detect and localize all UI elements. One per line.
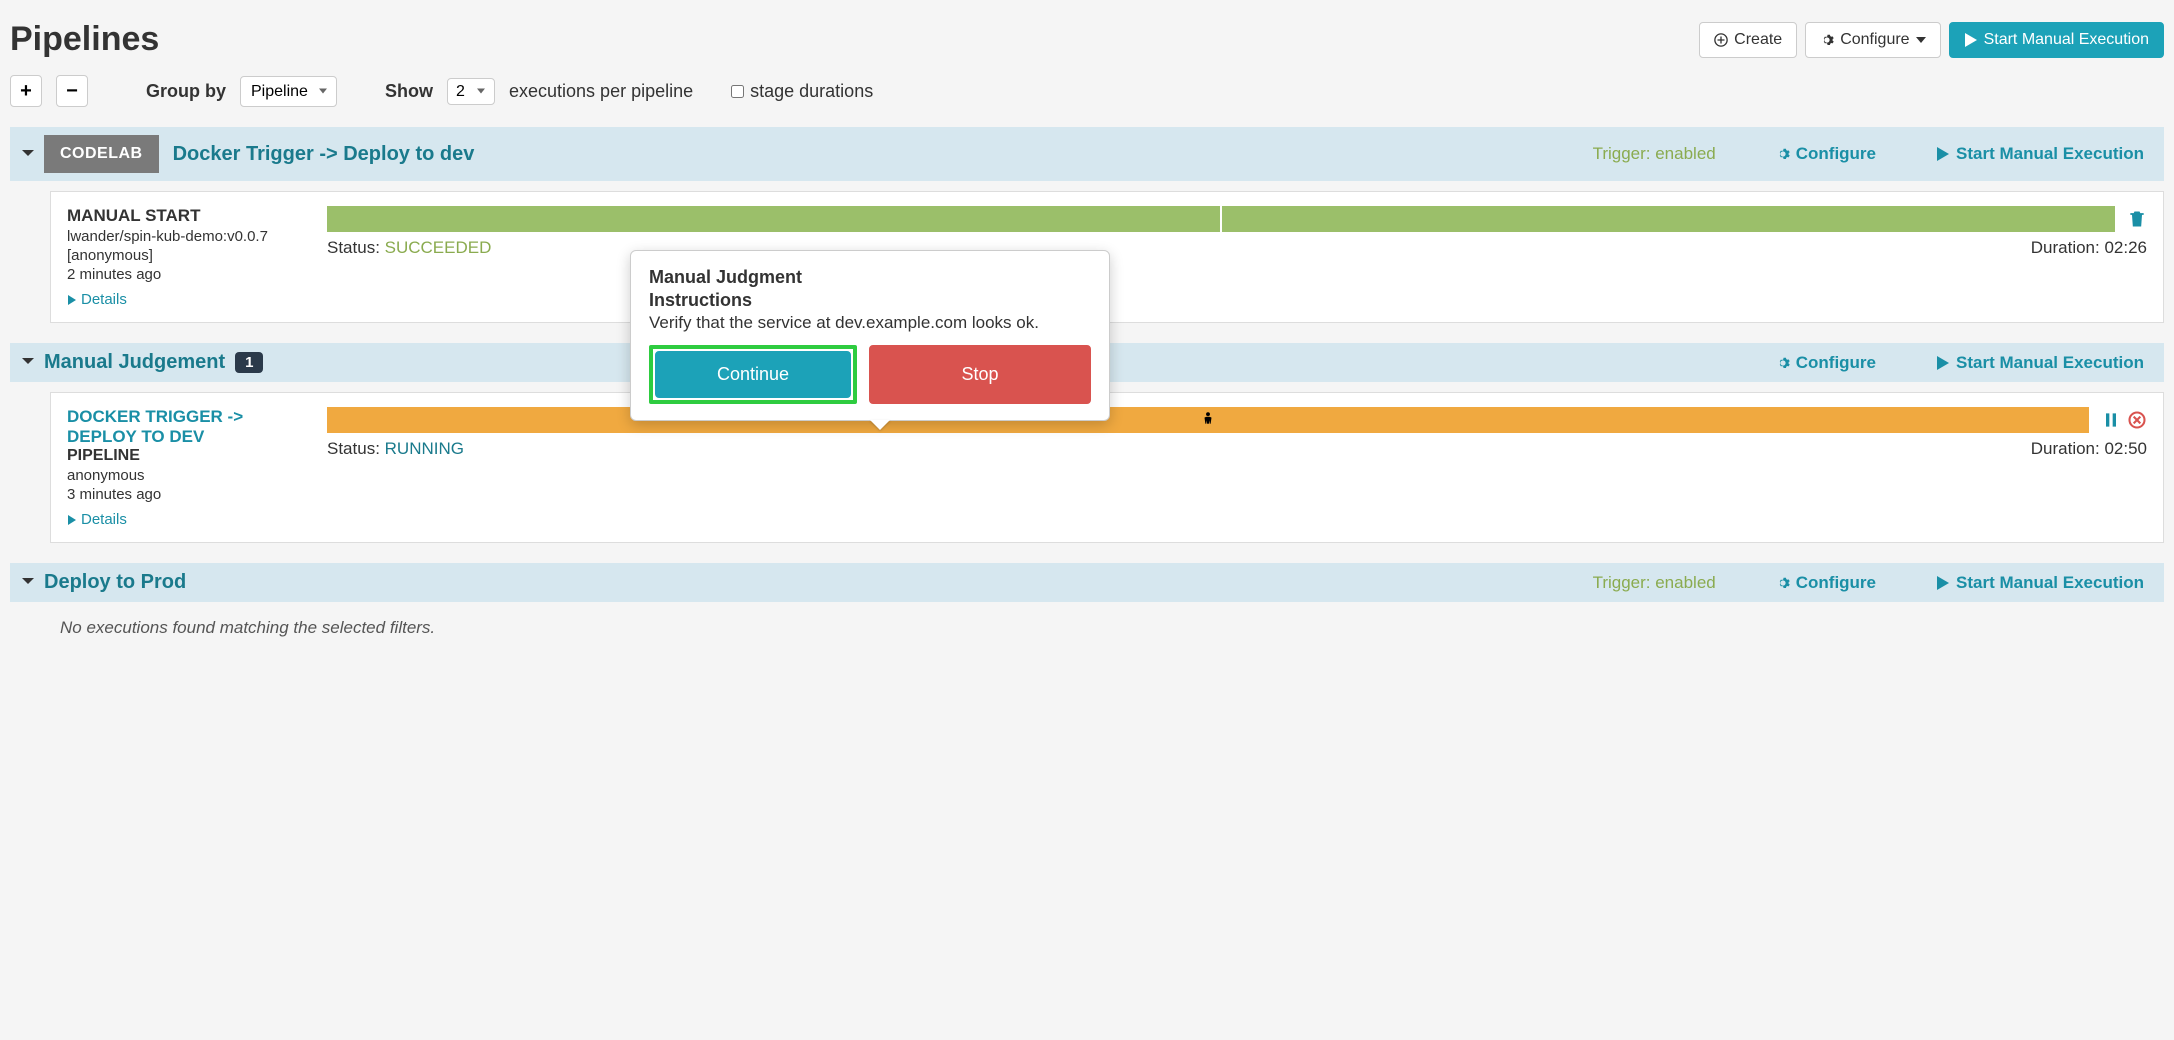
- show-label: Show: [385, 81, 433, 102]
- stage-durations-checkbox[interactable]: [731, 85, 744, 98]
- play-icon: [1964, 33, 1978, 47]
- gear-icon: [1776, 356, 1790, 370]
- details-label: Details: [81, 291, 127, 308]
- play-icon: [1936, 147, 1950, 161]
- pause-icon[interactable]: [2101, 410, 2121, 430]
- stage-progress-bar[interactable]: [327, 407, 2089, 433]
- collapse-toggle[interactable]: [20, 145, 44, 164]
- stage-progress-bar[interactable]: [327, 206, 2115, 232]
- configure-pipeline-link[interactable]: Configure: [1776, 573, 1876, 593]
- running-count-badge: 1: [235, 352, 263, 373]
- details-link[interactable]: Details: [67, 291, 127, 308]
- caret-down-icon: [1916, 37, 1926, 43]
- start-link-label: Start Manual Execution: [1956, 353, 2144, 373]
- trigger-status: Trigger: enabled: [1593, 573, 1716, 593]
- create-label: Create: [1734, 31, 1782, 49]
- execution-user: anonymous: [67, 467, 307, 484]
- trigger-status: Trigger: enabled: [1593, 144, 1716, 164]
- execution-duration: Duration: 02:26: [2031, 238, 2147, 258]
- configure-pipeline-link[interactable]: Configure: [1776, 144, 1876, 164]
- configure-link-label: Configure: [1796, 573, 1876, 593]
- play-icon: [1936, 576, 1950, 590]
- execution-subtitle: PIPELINE: [67, 447, 307, 465]
- chevron-right-icon: [67, 295, 77, 305]
- stage-durations-checkbox-label[interactable]: stage durations: [731, 81, 873, 102]
- configure-link-label: Configure: [1796, 353, 1876, 373]
- popover-arrow-icon: [870, 420, 890, 430]
- instructions-label: Instructions: [649, 290, 1091, 311]
- popover-title: Manual Judgment: [649, 267, 1091, 288]
- execution-time: 2 minutes ago: [67, 266, 307, 283]
- configure-dropdown-button[interactable]: Configure: [1805, 22, 1940, 58]
- codelab-badge: CODELAB: [44, 135, 159, 173]
- pipeline-name[interactable]: Manual Judgement: [44, 351, 225, 374]
- start-execution-link[interactable]: Start Manual Execution: [1936, 353, 2144, 373]
- start-execution-link[interactable]: Start Manual Execution: [1936, 573, 2144, 593]
- collapse-toggle[interactable]: [20, 573, 44, 592]
- collapse-toggle[interactable]: [20, 353, 44, 372]
- no-executions-message: No executions found matching the selecte…: [10, 602, 2164, 638]
- configure-label: Configure: [1840, 31, 1909, 49]
- execution-title: MANUAL START: [67, 206, 307, 226]
- details-link[interactable]: Details: [67, 511, 127, 528]
- pipeline-header: CODELAB Docker Trigger -> Deploy to dev …: [10, 127, 2164, 181]
- show-count-select[interactable]: 2: [447, 78, 495, 105]
- chevron-right-icon: [67, 515, 77, 525]
- gear-icon: [1776, 576, 1790, 590]
- execution-status: Status: SUCCEEDED: [327, 238, 491, 258]
- group-by-label: Group by: [146, 81, 226, 102]
- gear-icon: [1820, 33, 1834, 47]
- expand-all-button[interactable]: +: [10, 75, 42, 107]
- execution-image: lwander/spin-kub-demo:v0.0.7: [67, 228, 307, 245]
- plus-circle-icon: [1714, 33, 1728, 47]
- continue-button[interactable]: Continue: [655, 351, 851, 398]
- manual-judgment-icon: [1201, 412, 1215, 429]
- per-pipeline-label: executions per pipeline: [509, 81, 693, 102]
- execution-user: [anonymous]: [67, 247, 307, 264]
- group-by-select[interactable]: Pipeline: [240, 76, 337, 107]
- execution-time: 3 minutes ago: [67, 486, 307, 503]
- execution-parent-link[interactable]: DOCKER TRIGGER -> DEPLOY TO DEV: [67, 407, 307, 447]
- pipeline-header: Deploy to Prod Trigger: enabled Configur…: [10, 563, 2164, 602]
- start-link-label: Start Manual Execution: [1956, 144, 2144, 164]
- start-link-label: Start Manual Execution: [1956, 573, 2144, 593]
- instructions-text: Verify that the service at dev.example.c…: [649, 313, 1091, 333]
- stage-durations-text: stage durations: [750, 81, 873, 102]
- play-icon: [1936, 356, 1950, 370]
- gear-icon: [1776, 147, 1790, 161]
- execution-duration: Duration: 02:50: [2031, 439, 2147, 459]
- stage-segment[interactable]: [327, 206, 1220, 232]
- collapse-all-button[interactable]: −: [56, 75, 88, 107]
- stage-segment-manual-judgment[interactable]: [327, 407, 2089, 433]
- configure-link-label: Configure: [1796, 144, 1876, 164]
- cancel-icon[interactable]: [2127, 410, 2147, 430]
- start-manual-label: Start Manual Execution: [1984, 31, 2149, 49]
- stop-button[interactable]: Stop: [869, 345, 1091, 404]
- execution-status: Status: RUNNING: [327, 439, 464, 459]
- stage-segment[interactable]: [1222, 206, 2115, 232]
- pipeline-name[interactable]: Deploy to Prod: [44, 571, 186, 594]
- details-label: Details: [81, 511, 127, 528]
- page-title: Pipelines: [10, 20, 159, 59]
- create-button[interactable]: Create: [1699, 22, 1797, 58]
- configure-pipeline-link[interactable]: Configure: [1776, 353, 1876, 373]
- manual-judgment-popover: Manual Judgment Instructions Verify that…: [630, 250, 1110, 421]
- delete-icon[interactable]: [2127, 209, 2147, 229]
- start-execution-link[interactable]: Start Manual Execution: [1936, 144, 2144, 164]
- start-manual-execution-button[interactable]: Start Manual Execution: [1949, 22, 2164, 58]
- pipeline-name[interactable]: Docker Trigger -> Deploy to dev: [173, 143, 475, 166]
